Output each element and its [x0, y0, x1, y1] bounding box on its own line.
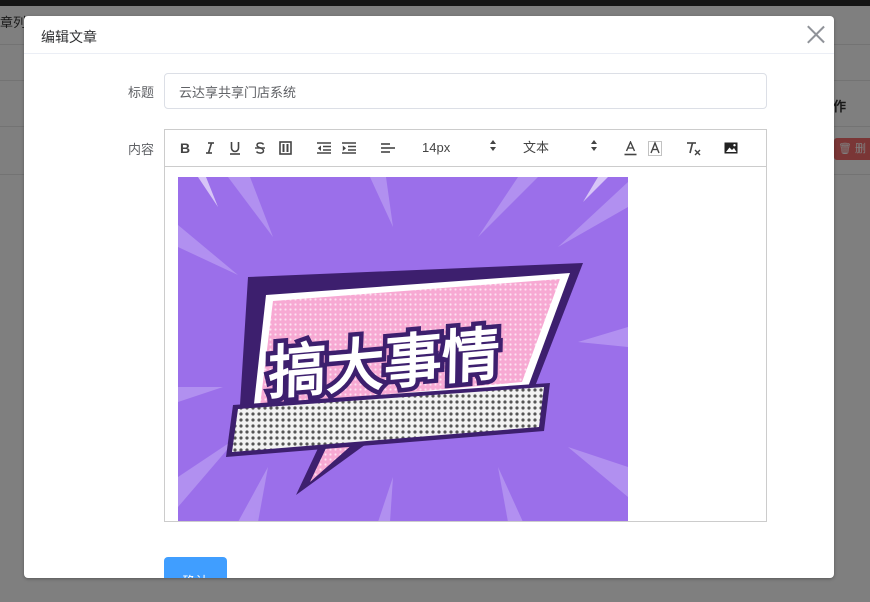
clear-format-icon[interactable] — [685, 138, 701, 158]
edit-article-dialog: 编辑文章 标题 内容 B — [24, 16, 834, 578]
content-label: 内容 — [127, 142, 154, 157]
underline-icon[interactable] — [228, 138, 242, 158]
editor-content[interactable]: 搞大事情 — [165, 167, 766, 521]
font-color-icon[interactable] — [623, 138, 637, 158]
indent-decrease-icon[interactable] — [316, 138, 332, 158]
editor-toolbar: B 14px 文本 — [165, 130, 766, 167]
image-icon[interactable] — [723, 138, 739, 158]
block-format-select[interactable]: 文本 — [523, 138, 549, 158]
poster-image: 搞大事情 — [178, 177, 628, 521]
svg-text:B: B — [180, 141, 190, 155]
indent-increase-icon[interactable] — [341, 138, 357, 158]
code-block-icon[interactable] — [278, 138, 292, 158]
background-color-icon[interactable] — [648, 138, 662, 158]
chevron-up-down-icon[interactable] — [490, 140, 496, 152]
title-label: 标题 — [127, 85, 154, 100]
strikethrough-icon[interactable] — [253, 138, 267, 158]
close-icon[interactable] — [806, 24, 826, 44]
confirm-button[interactable]: 确认 — [164, 557, 227, 578]
rich-text-editor: B 14px 文本 搞大事情 — [164, 129, 767, 522]
italic-icon[interactable] — [203, 138, 217, 158]
font-size-select[interactable]: 14px — [422, 138, 450, 158]
title-input[interactable] — [164, 73, 767, 109]
dialog-header: 编辑文章 — [24, 16, 834, 54]
dialog-title: 编辑文章 — [41, 29, 97, 45]
chevron-up-down-icon[interactable] — [591, 140, 597, 152]
bold-icon[interactable]: B — [178, 138, 192, 158]
align-icon[interactable] — [380, 138, 396, 158]
